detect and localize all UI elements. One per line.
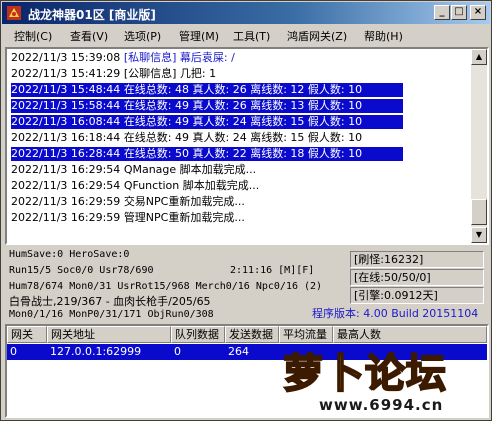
watermark-text: 萝卜论坛 [282,350,447,398]
log-line-selected: 2022/11/3 15:58:44 在线总数: 49 真人数: 26 离线数:… [11,99,403,113]
table-cell: 264 [228,345,249,358]
program-version: 程序版本: 4.00 Build 20151104 [312,307,479,320]
save-status: HumSave:0 HeroSave:0 [9,249,130,260]
online-count: [在线:50/50/0] [350,269,484,286]
log-panel[interactable]: 2022/11/3 15:39:08 [私聊信息] 幕后袁屎: / 2022/1… [5,47,489,245]
main-window: 战龙神器01区 [商业版] _ □ × 控制(C) 查看(V) 选项(P) 管理… [0,0,492,421]
log-line-selected: 2022/11/3 15:48:44 在线总数: 48 真人数: 26 离线数:… [11,83,403,97]
menu-view[interactable]: 查看(V) [70,28,108,44]
log-line: 2022/11/3 16:29:54 QFunction 脚本加载完成... [11,179,260,192]
monster-status: 白骨战士,219/367 - 血肉长枪手/205/65 [9,295,211,308]
maximize-button[interactable]: □ [451,5,467,20]
menu-gateway[interactable]: 鸿盾网关(Z) [287,28,347,44]
scroll-up-icon[interactable]: ▲ [471,49,487,65]
minimize-button[interactable]: _ [434,5,450,20]
log-line: 2022/11/3 16:18:44 在线总数: 49 真人数: 24 离线数:… [11,131,363,144]
watermark-logo: 萝卜论坛 www.6994.cn [249,341,489,421]
column-header[interactable]: 网关 [7,326,47,343]
scroll-down-icon[interactable]: ▼ [471,227,487,243]
column-header[interactable]: 网关地址 [47,326,171,343]
table-cell: 0 [174,345,181,358]
object-status: Mon0/1/16 MonP0/31/171 ObjRun0/308 [9,309,214,320]
run-status: Run15/5 Soc0/0 Usr78/690 [9,265,154,276]
app-icon [7,6,21,20]
window-title: 战龙神器01区 [商业版] [28,8,156,22]
menu-bar: 控制(C) 查看(V) 选项(P) 管理(M) 工具(T) 鸿盾网关(Z) 帮助… [2,25,490,45]
log-line: 2022/11/3 15:41:29 [公聊信息] 几把: 1 [11,67,217,80]
table-cell: 0 [10,345,17,358]
menu-manage[interactable]: 管理(M) [179,28,219,44]
menu-options[interactable]: 选项(P) [124,28,161,44]
column-header[interactable]: 队列数据 [171,326,225,343]
log-line: 2022/11/3 15:39:08 [私聊信息] 幕后袁屎: / [11,51,235,64]
close-button[interactable]: × [470,5,486,20]
table-cell: 127.0.0.1:62999 [50,345,142,358]
log-line: 2022/11/3 16:29:54 QManage 脚本加载完成... [11,163,257,176]
human-status: Hum78/674 Mon0/31 UsrRot15/968 Merch0/16… [9,281,323,292]
log-line-selected: 2022/11/3 16:08:44 在线总数: 49 真人数: 24 离线数:… [11,115,403,129]
log-scrollbar[interactable]: ▲ ▼ [471,49,487,243]
log-line-selected: 2022/11/3 16:28:44 在线总数: 50 真人数: 22 离线数:… [11,147,403,161]
menu-control[interactable]: 控制(C) [14,28,52,44]
uptime: 2:11:16 [M][F] [230,265,315,276]
log-line: 2022/11/3 16:29:59 交易NPC重新加载完成... [11,195,245,208]
title-bar[interactable]: 战龙神器01区 [商业版] _ □ × [2,2,490,24]
watermark-url: www.6994.cn [319,396,444,414]
refresh-count: [刷怪:16232] [350,251,484,268]
scroll-thumb[interactable] [471,199,487,225]
log-line: 2022/11/3 16:29:59 管理NPC重新加载完成... [11,211,245,224]
engine-interval: [引擎:0.0912天] [350,287,484,304]
menu-help[interactable]: 帮助(H) [364,28,403,44]
menu-tools[interactable]: 工具(T) [233,28,270,44]
